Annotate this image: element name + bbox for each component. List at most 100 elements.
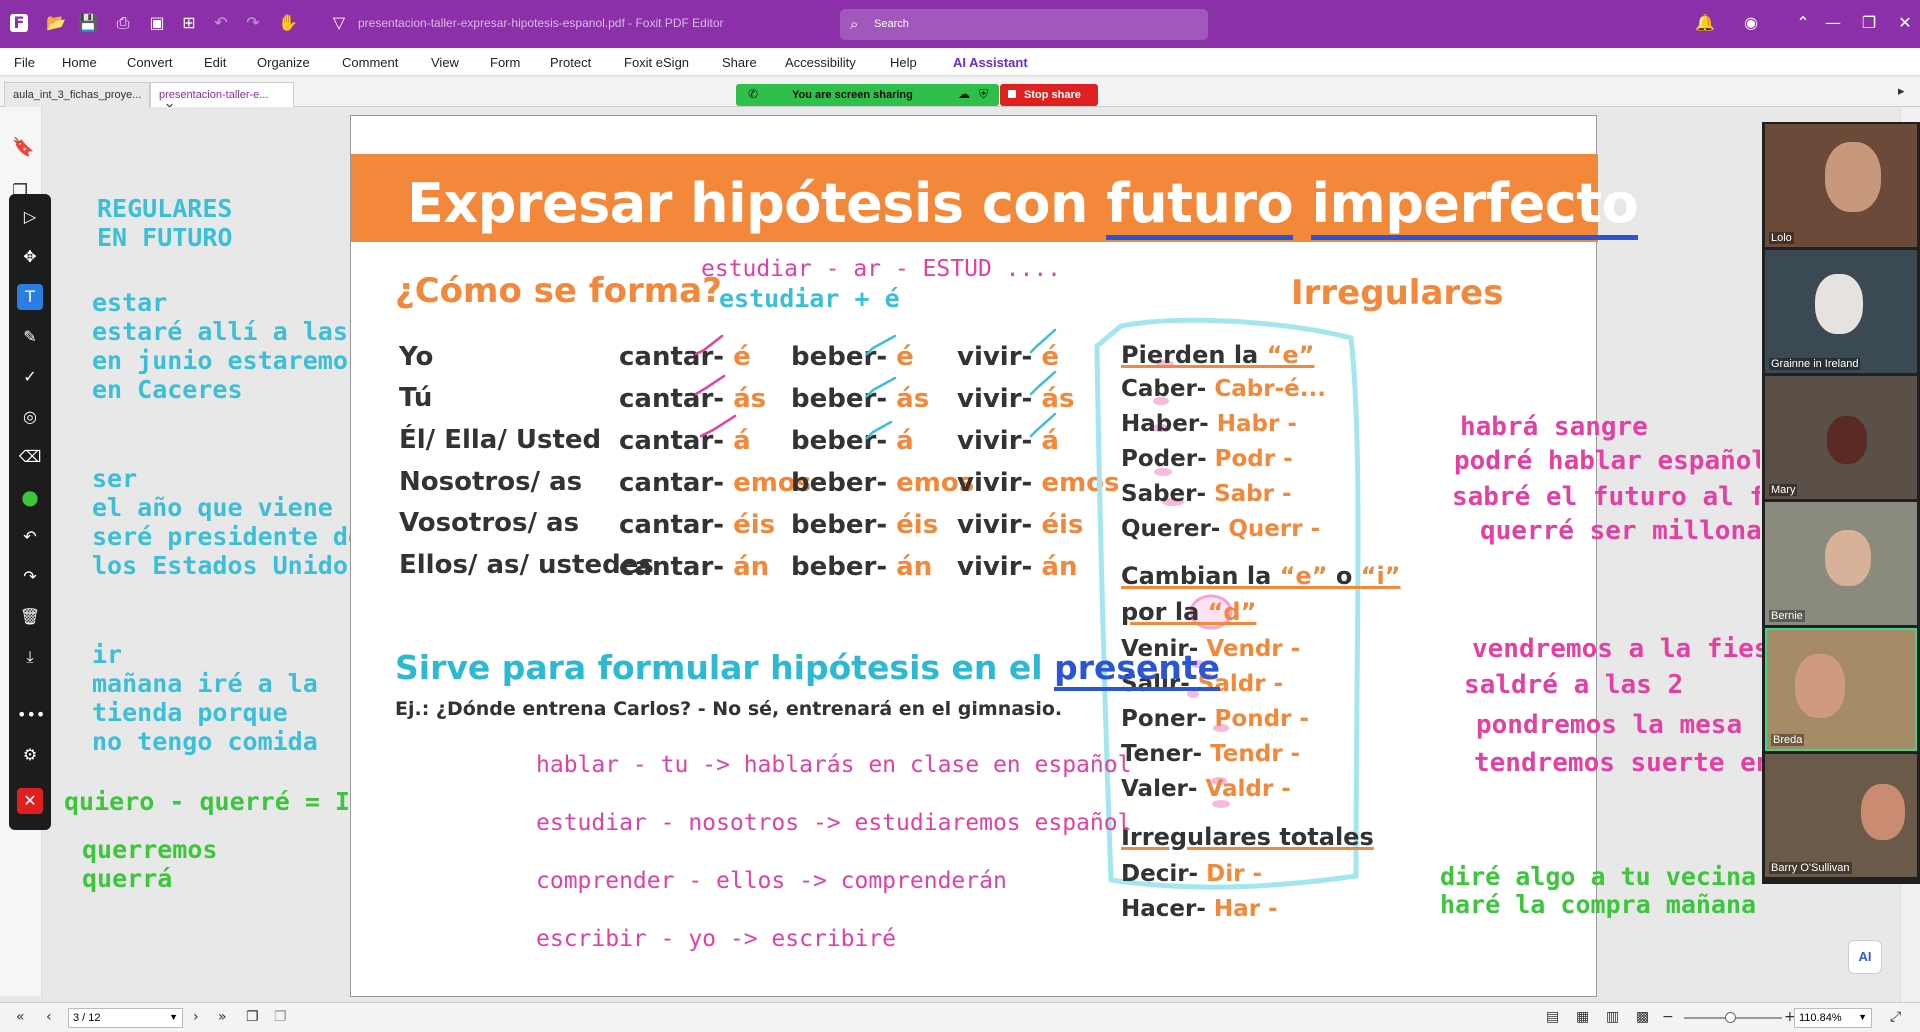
toolbar-undo-icon[interactable]: ↶	[17, 524, 43, 550]
minimize-icon[interactable]: —	[1824, 14, 1842, 32]
verb-infinitive: Saber-	[1121, 481, 1207, 507]
toolbar-redo-icon[interactable]: ↷	[17, 564, 43, 590]
note-podre: podré hablar español p	[1454, 446, 1760, 476]
tab-presentacion[interactable]: presentacion-taller-e... ✕	[150, 82, 294, 114]
participant-tile[interactable]: Lolo	[1765, 124, 1917, 247]
share-status: You are screen sharing	[792, 89, 913, 101]
menu-foxit-esign[interactable]: Foxit eSign	[624, 55, 689, 70]
move-icon[interactable]: ✥	[17, 244, 43, 270]
stop-share-button[interactable]: Stop share	[1000, 84, 1098, 106]
verb-stem: Pondr -	[1214, 706, 1309, 732]
create-pdf-icon[interactable]: ▣	[148, 14, 166, 32]
pierden-row: Haber- Habr -	[1121, 411, 1297, 437]
save-icon[interactable]: 💾	[78, 14, 98, 32]
menu-convert[interactable]: Convert	[127, 55, 173, 70]
menu-edit[interactable]: Edit	[204, 55, 226, 70]
participant-tile[interactable]: Grainne in Ireland	[1765, 250, 1917, 373]
participant-tile[interactable]: Barry O'Sullivan	[1765, 754, 1917, 877]
verb-infinitive: Tener-	[1121, 741, 1203, 767]
tab-aula[interactable]: aula_int_3_fichas_proye...	[4, 82, 150, 107]
zoom-field[interactable]: 110.84% ▼	[1794, 1008, 1872, 1028]
tab-list-chevron-icon[interactable]: ▸	[1898, 83, 1905, 99]
note-line: no tengo comida	[92, 727, 318, 756]
verb-stem: Har -	[1213, 896, 1278, 922]
close-icon[interactable]: ✕	[1896, 14, 1914, 32]
note-pondremos: pondremos la mesa	[1476, 710, 1743, 740]
menu-ai-assistant[interactable]: AI Assistant	[953, 55, 1028, 70]
cambian-heading-2: por la “d”	[1121, 598, 1256, 626]
customize-dropdown-icon[interactable]: ▽	[330, 14, 348, 32]
menu-accessibility[interactable]: Accessibility	[785, 55, 856, 70]
more-icon[interactable]: •••	[17, 702, 45, 728]
trash-icon[interactable]: 🗑	[17, 604, 43, 630]
zoom-slider-handle[interactable]	[1725, 1012, 1736, 1023]
ai-assistant-icon[interactable]: AI	[1848, 940, 1882, 974]
account-icon[interactable]: ◉	[1742, 14, 1760, 32]
fullscreen-icon[interactable]: ⤢	[1890, 1009, 1901, 1025]
participant-video	[1795, 654, 1845, 718]
color-green-icon[interactable]: ●	[17, 484, 43, 510]
print-icon[interactable]: ⎙	[114, 14, 132, 32]
open-folder-icon[interactable]: 📂	[46, 14, 66, 32]
participant-video	[1827, 416, 1867, 464]
menu-help[interactable]: Help	[890, 55, 917, 70]
select-arrow-icon[interactable]: ▷	[17, 204, 43, 230]
menu-organize[interactable]: Organize	[257, 55, 310, 70]
page-number: 3 / 12	[73, 1012, 101, 1024]
page-number-field[interactable]: 3 / 12 ▼	[68, 1008, 183, 1028]
continuous-facing-icon[interactable]: ▩	[1636, 1009, 1649, 1025]
menu-protect[interactable]: Protect	[550, 55, 591, 70]
eraser-icon[interactable]: ⌫	[17, 444, 43, 470]
download-icon[interactable]: ⤓	[17, 644, 43, 670]
note-line: EN FUTURO	[97, 223, 233, 252]
copy-icon[interactable]: ❐	[246, 1009, 259, 1025]
notification-bell-icon[interactable]: 🔔	[1695, 14, 1715, 32]
pierden-row: Saber- Sabr -	[1121, 481, 1292, 507]
redo-icon[interactable]: ↷	[244, 14, 262, 32]
note-line: en junio estaremos	[92, 346, 363, 375]
participant-video	[1825, 142, 1881, 212]
pink-example: escribir - yo -> escribiré	[536, 926, 897, 952]
bookmark-icon[interactable]: 🔖	[12, 137, 34, 158]
text-tool-icon[interactable]: T	[17, 284, 43, 310]
paste-icon[interactable]: ❐	[274, 1009, 287, 1025]
check-icon[interactable]: ✓	[17, 364, 43, 390]
participant-settings-icon[interactable]: ⚙	[17, 742, 43, 768]
totales-heading: Irregulares totales	[1121, 823, 1374, 851]
close-annotation-icon[interactable]: ✕	[17, 788, 43, 814]
participant-tile[interactable]: Bernie	[1765, 502, 1917, 625]
hand-tool-icon[interactable]: ✋	[278, 14, 298, 32]
undo-icon[interactable]: ↶	[212, 14, 230, 32]
tab-label: presentacion-taller-e...	[159, 89, 269, 101]
search-box[interactable]: ⌕ Search	[840, 9, 1208, 40]
menu-share[interactable]: Share	[722, 55, 757, 70]
participant-tile[interactable]: Mary	[1765, 376, 1917, 499]
menu-form[interactable]: Form	[490, 55, 520, 70]
verb-stem: Habr -	[1216, 411, 1297, 437]
menu-view[interactable]: View	[431, 55, 459, 70]
menu-home[interactable]: Home	[62, 55, 97, 70]
participant-name: Grainne in Ireland	[1769, 358, 1861, 370]
note-estar: estar estaré allí a las 8 en junio estar…	[92, 288, 378, 404]
last-page-icon[interactable]: »	[218, 1009, 227, 1025]
first-page-icon[interactable]: «	[16, 1009, 25, 1025]
next-page-icon[interactable]: ›	[193, 1009, 199, 1025]
cloud-icon: ☁	[958, 87, 970, 101]
participant-tile[interactable]: Breda	[1765, 628, 1917, 751]
search-icon: ⌕	[850, 15, 859, 33]
new-doc-icon[interactable]: ⊞	[180, 14, 198, 32]
continuous-view-icon[interactable]: ▦	[1576, 1009, 1589, 1025]
pen-icon[interactable]: ✎	[17, 324, 43, 350]
facing-view-icon[interactable]: ▥	[1606, 1009, 1619, 1025]
single-page-view-icon[interactable]: ▤	[1546, 1009, 1559, 1025]
ribbon-toggle-icon[interactable]: ⌃	[1794, 14, 1812, 32]
note-habra: habrá sangre	[1460, 412, 1648, 442]
zoom-out-icon[interactable]: −	[1662, 1009, 1674, 1025]
video-participants-panel: Lolo Grainne in Ireland Mary Bernie Bred…	[1762, 122, 1920, 884]
previous-page-icon[interactable]: ‹	[46, 1009, 52, 1025]
menu-file[interactable]: File	[14, 55, 35, 70]
restore-icon[interactable]: ❐	[1860, 14, 1878, 32]
note-line: seré presidente de	[92, 522, 363, 551]
shapes-icon[interactable]: ◎	[17, 404, 43, 430]
menu-comment[interactable]: Comment	[342, 55, 398, 70]
